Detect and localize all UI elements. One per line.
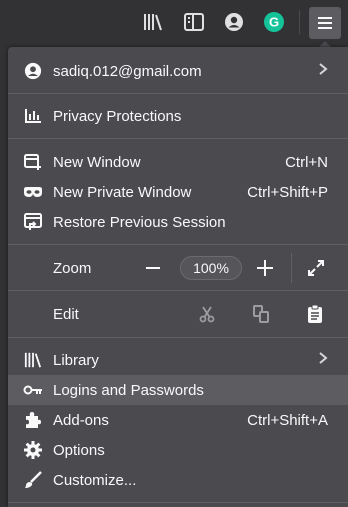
addons-item[interactable]: Add-ons Ctrl+Shift+A — [8, 405, 348, 435]
library-label: Library — [53, 351, 99, 369]
customize-item[interactable]: Customize... — [8, 465, 348, 495]
edit-row: Edit — [8, 299, 348, 329]
paintbrush-icon — [22, 469, 44, 491]
private-mask-icon — [22, 181, 44, 203]
toolbar: G — [0, 0, 348, 44]
library-item[interactable]: Library — [8, 345, 348, 375]
grammarly-icon[interactable]: G — [262, 10, 286, 34]
logins-label: Logins and Passwords — [53, 381, 204, 399]
sidebar-icon[interactable] — [182, 10, 206, 34]
privacy-protections-item[interactable]: Privacy Protections — [8, 101, 348, 131]
options-label: Options — [53, 441, 105, 459]
zoom-row: Zoom 100% — [8, 253, 348, 283]
addons-label: Add-ons — [53, 411, 109, 429]
privacy-label: Privacy Protections — [53, 107, 182, 125]
zoom-in-button[interactable] — [254, 257, 276, 279]
options-item[interactable]: Options — [8, 435, 348, 465]
divider — [8, 502, 348, 503]
paste-icon[interactable] — [304, 303, 326, 325]
restore-label: Restore Previous Session — [53, 213, 226, 231]
new-window-icon — [22, 151, 44, 173]
chevron-right-icon — [318, 62, 328, 80]
puzzle-piece-icon — [22, 409, 44, 431]
toolbar-separator — [299, 10, 300, 34]
edit-label: Edit — [53, 305, 79, 323]
zoom-label: Zoom — [53, 259, 92, 277]
divider — [8, 337, 348, 338]
divider — [8, 290, 348, 291]
new-private-label: New Private Window — [53, 183, 192, 201]
gear-icon — [22, 439, 44, 461]
account-item[interactable]: sadiq.012@gmail.com — [8, 56, 348, 86]
account-email: sadiq.012@gmail.com — [53, 62, 202, 80]
new-private-shortcut: Ctrl+Shift+P — [247, 183, 328, 201]
divider — [291, 253, 292, 283]
fullscreen-icon[interactable] — [305, 257, 327, 279]
menu-icon[interactable] — [309, 7, 341, 39]
chart-bars-icon — [22, 105, 44, 127]
account-icon — [22, 60, 44, 82]
svg-text:G: G — [269, 15, 279, 30]
app-menu-panel: sadiq.012@gmail.com Privacy Protections … — [8, 47, 348, 507]
restore-session-icon — [22, 211, 44, 233]
divider — [8, 138, 348, 139]
new-private-window-item[interactable]: New Private Window Ctrl+Shift+P — [8, 177, 348, 207]
copy-icon[interactable] — [250, 303, 272, 325]
new-window-item[interactable]: New Window Ctrl+N — [8, 147, 348, 177]
zoom-reset-button[interactable]: 100% — [180, 256, 242, 280]
logins-passwords-item[interactable]: Logins and Passwords — [8, 375, 348, 405]
addons-shortcut: Ctrl+Shift+A — [247, 411, 328, 429]
library-icon[interactable] — [141, 10, 165, 34]
divider — [8, 93, 348, 94]
account-icon[interactable] — [222, 10, 246, 34]
library-icon — [22, 349, 44, 371]
key-icon — [22, 379, 44, 401]
cut-icon[interactable] — [196, 303, 218, 325]
new-window-label: New Window — [53, 153, 141, 171]
new-window-shortcut: Ctrl+N — [285, 153, 328, 171]
chevron-right-icon — [318, 351, 328, 369]
zoom-out-button[interactable] — [142, 257, 164, 279]
customize-label: Customize... — [53, 471, 137, 489]
restore-session-item[interactable]: Restore Previous Session — [8, 207, 348, 237]
divider — [8, 244, 348, 245]
